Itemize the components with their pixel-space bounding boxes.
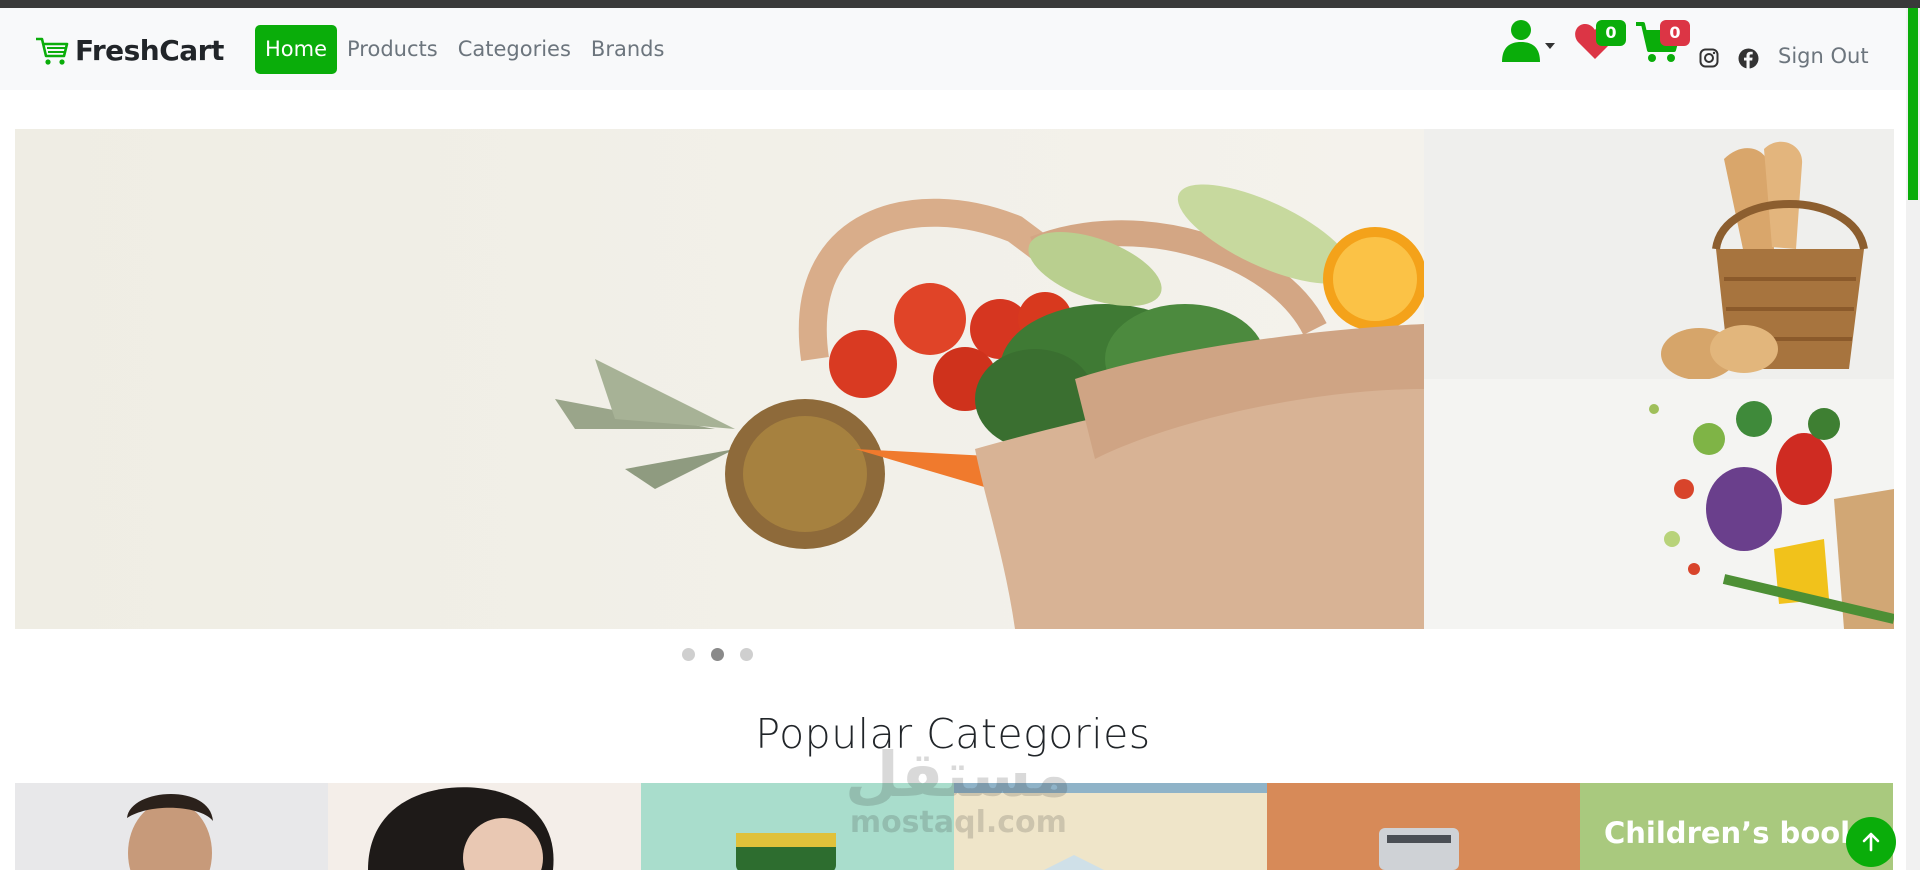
category-image: [641, 783, 954, 870]
arrow-up-icon: [1862, 832, 1880, 852]
category-card-childrens-books[interactable]: Children’s book: [1580, 783, 1893, 870]
category-card-women-fashion[interactable]: [328, 783, 641, 870]
category-image: [954, 783, 1267, 870]
nav-links: Home Products Categories Brands: [255, 25, 674, 74]
carousel-dot-1[interactable]: [682, 648, 695, 661]
user-icon[interactable]: [1500, 19, 1560, 63]
category-card-men-fashion[interactable]: [15, 783, 328, 870]
grocery-bag-image: [15, 129, 1424, 629]
carousel-dot-3[interactable]: [740, 648, 753, 661]
category-label: Children’s book: [1604, 816, 1860, 850]
bread-basket-image: [1424, 129, 1894, 379]
category-card-home[interactable]: [1267, 783, 1580, 870]
navbar: FreshCart Home Products Categories Brand…: [0, 8, 1906, 90]
nav-link-home[interactable]: Home: [255, 25, 338, 74]
scroll-to-top-button[interactable]: [1846, 817, 1896, 867]
cart-logo-icon: [35, 36, 69, 66]
side-banner-vegetables[interactable]: [1424, 379, 1894, 629]
category-card-baby-toys[interactable]: [954, 783, 1267, 870]
vegetables-image: [1424, 379, 1894, 629]
carousel-dots: [682, 648, 753, 661]
category-image: [1267, 783, 1580, 870]
sign-out-link[interactable]: Sign Out: [1778, 44, 1869, 68]
category-strip: Children’s book: [15, 783, 1894, 870]
nav-link-categories[interactable]: Categories: [448, 25, 581, 74]
browser-top-strip: [0, 0, 1920, 8]
section-title: Popular Categories: [755, 710, 1151, 758]
category-card-supermarket[interactable]: [641, 783, 954, 870]
wishlist-count-badge: 0: [1596, 20, 1626, 46]
category-image: [328, 783, 641, 870]
instagram-icon[interactable]: [1699, 48, 1719, 68]
brand-logo[interactable]: FreshCart: [35, 34, 224, 67]
carousel-dot-2[interactable]: [711, 648, 724, 661]
nav-link-brands[interactable]: Brands: [581, 25, 675, 74]
hero-main-slide[interactable]: [15, 129, 1424, 629]
brand-name: FreshCart: [75, 34, 224, 67]
facebook-icon[interactable]: [1738, 48, 1759, 69]
scrollbar-thumb[interactable]: [1908, 8, 1918, 200]
category-image: [15, 783, 328, 870]
side-banner-bread[interactable]: [1424, 129, 1894, 379]
nav-link-products[interactable]: Products: [337, 25, 448, 74]
cart-count-badge: 0: [1660, 20, 1690, 46]
